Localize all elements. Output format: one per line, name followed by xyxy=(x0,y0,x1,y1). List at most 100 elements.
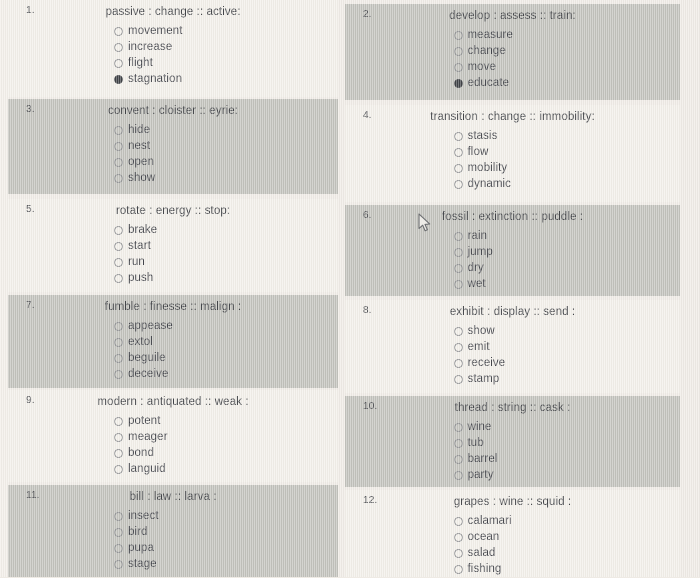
radio-button-icon[interactable] xyxy=(114,559,123,569)
radio-button-icon[interactable] xyxy=(453,247,463,257)
radio-button-icon[interactable] xyxy=(114,26,123,36)
radio-button-icon[interactable] xyxy=(453,279,463,289)
answer-option[interactable]: deceive xyxy=(114,367,232,381)
answer-option[interactable]: barrel xyxy=(453,452,572,466)
radio-button-icon[interactable] xyxy=(453,179,463,189)
radio-button-icon[interactable] xyxy=(114,448,123,458)
radio-button-icon[interactable] xyxy=(114,511,123,521)
radio-button-icon[interactable] xyxy=(453,342,463,352)
answer-option[interactable]: dynamic xyxy=(453,177,572,191)
answer-option[interactable]: brake xyxy=(114,223,232,237)
answer-option[interactable]: stasis xyxy=(453,129,572,143)
radio-button-icon[interactable] xyxy=(453,30,463,40)
answer-option[interactable]: hide xyxy=(114,123,232,137)
answer-option[interactable]: nest xyxy=(114,139,232,153)
answer-option[interactable]: run xyxy=(114,255,232,269)
radio-button-icon[interactable] xyxy=(453,438,463,448)
radio-button-icon[interactable] xyxy=(114,225,123,235)
answer-option[interactable]: rain xyxy=(453,229,572,243)
answer-option[interactable]: show xyxy=(114,171,232,185)
radio-button-icon[interactable] xyxy=(453,532,463,542)
radio-button-icon[interactable] xyxy=(453,131,463,141)
answer-option[interactable]: increase xyxy=(114,40,232,54)
answer-option[interactable]: flow xyxy=(453,145,572,159)
answer-option-label: brake xyxy=(128,224,158,236)
radio-button-icon[interactable] xyxy=(114,416,123,426)
radio-button-icon[interactable] xyxy=(453,263,463,273)
answer-option[interactable]: start xyxy=(114,239,232,253)
radio-button-icon[interactable] xyxy=(453,163,463,173)
answer-option[interactable]: move xyxy=(453,60,572,74)
radio-button-icon[interactable] xyxy=(453,564,463,574)
radio-button-icon[interactable] xyxy=(114,141,123,151)
radio-button-icon[interactable] xyxy=(453,326,463,336)
radio-button-icon[interactable] xyxy=(453,516,463,526)
radio-button-icon[interactable] xyxy=(114,337,123,347)
radio-button-icon[interactable] xyxy=(453,231,463,241)
radio-button-icon[interactable] xyxy=(453,548,463,558)
answer-option-label: tub xyxy=(467,437,484,449)
answer-option[interactable]: movement xyxy=(114,24,232,38)
radio-button-icon[interactable] xyxy=(114,42,123,52)
answer-option[interactable]: dry xyxy=(453,261,572,275)
answer-option[interactable]: fishing xyxy=(453,562,572,576)
radio-button-icon[interactable] xyxy=(453,422,463,432)
radio-button-icon[interactable] xyxy=(114,125,123,135)
radio-button-icon[interactable] xyxy=(453,46,463,56)
answer-option[interactable]: extol xyxy=(114,335,232,349)
radio-button-icon[interactable] xyxy=(453,358,463,368)
radio-button-icon[interactable] xyxy=(114,353,123,363)
radio-button-selected-icon[interactable] xyxy=(114,74,123,84)
answer-option[interactable]: bond xyxy=(114,446,232,460)
answer-option[interactable]: show xyxy=(453,324,572,338)
answer-option[interactable]: wet xyxy=(453,277,572,291)
radio-button-selected-icon[interactable] xyxy=(453,78,463,88)
answer-option[interactable]: beguile xyxy=(114,351,232,365)
radio-button-icon[interactable] xyxy=(114,58,123,68)
answer-option-label: emit xyxy=(467,341,490,353)
answer-option[interactable]: jump xyxy=(453,245,572,259)
answer-option[interactable]: party xyxy=(453,468,572,482)
answer-option[interactable]: educate xyxy=(453,76,572,90)
radio-button-icon[interactable] xyxy=(114,173,123,183)
answer-option[interactable]: mobility xyxy=(453,161,572,175)
radio-button-icon[interactable] xyxy=(453,62,463,72)
radio-button-icon[interactable] xyxy=(114,157,123,167)
radio-button-icon[interactable] xyxy=(114,241,123,251)
answer-option[interactable]: tub xyxy=(453,436,572,450)
radio-button-icon[interactable] xyxy=(453,147,463,157)
answer-option[interactable]: insect xyxy=(114,509,232,523)
answer-option[interactable]: push xyxy=(114,271,232,285)
answer-option[interactable]: stage xyxy=(114,557,232,571)
answer-option[interactable]: languid xyxy=(114,462,232,476)
answer-option-label: beguile xyxy=(128,352,166,364)
answer-option[interactable]: pupa xyxy=(114,541,232,555)
answer-option[interactable]: emit xyxy=(453,340,572,354)
answer-option[interactable]: salad xyxy=(453,546,572,560)
answer-option[interactable]: appease xyxy=(114,319,232,333)
answer-option[interactable]: flight xyxy=(114,56,232,70)
answer-option[interactable]: stagnation xyxy=(114,72,232,86)
answer-option[interactable]: ocean xyxy=(453,530,572,544)
radio-button-icon[interactable] xyxy=(114,257,123,267)
answer-option[interactable]: stamp xyxy=(453,372,572,386)
radio-button-icon[interactable] xyxy=(114,321,123,331)
answer-option[interactable]: change xyxy=(453,44,572,58)
answer-option[interactable]: measure xyxy=(453,28,572,42)
radio-button-icon[interactable] xyxy=(114,543,123,553)
radio-button-icon[interactable] xyxy=(453,454,463,464)
radio-button-icon[interactable] xyxy=(114,369,123,379)
answer-option[interactable]: receive xyxy=(453,356,572,370)
answer-option[interactable]: open xyxy=(114,155,232,169)
answer-option[interactable]: calamari xyxy=(453,514,572,528)
answer-option[interactable]: bird xyxy=(114,525,232,539)
radio-button-icon[interactable] xyxy=(114,464,123,474)
radio-button-icon[interactable] xyxy=(114,432,123,442)
answer-option[interactable]: wine xyxy=(453,420,572,434)
radio-button-icon[interactable] xyxy=(453,374,463,384)
radio-button-icon[interactable] xyxy=(453,470,463,480)
answer-option[interactable]: meager xyxy=(114,430,232,444)
answer-option[interactable]: potent xyxy=(114,414,232,428)
radio-button-icon[interactable] xyxy=(114,273,123,283)
radio-button-icon[interactable] xyxy=(114,527,123,537)
